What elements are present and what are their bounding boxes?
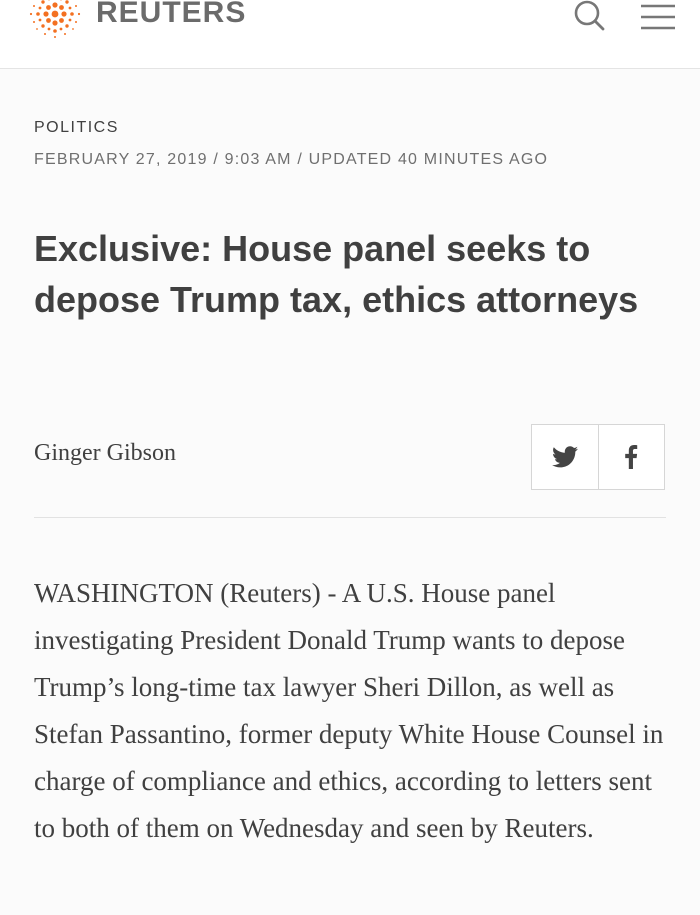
share-buttons bbox=[531, 424, 665, 490]
hamburger-menu-icon bbox=[641, 4, 675, 30]
byline-divider bbox=[34, 517, 666, 518]
article-headline: Exclusive: House panel seeks to depose T… bbox=[34, 228, 639, 320]
article-body-paragraph: WASHINGTON (Reuters) - A U.S. House pane… bbox=[34, 578, 664, 843]
article-container: POLITICS FEBRUARY 27, 2019 / 9:03 AM / U… bbox=[0, 69, 700, 915]
search-button[interactable] bbox=[570, 0, 610, 36]
article-dateline: FEBRUARY 27, 2019 / 9:03 AM / UPDATED 40… bbox=[34, 151, 549, 168]
share-facebook-button[interactable] bbox=[597, 425, 665, 489]
section-label[interactable]: POLITICS bbox=[34, 119, 119, 137]
facebook-icon bbox=[625, 445, 638, 469]
brand-wordmark[interactable]: REUTERS bbox=[96, 0, 246, 30]
share-twitter-button[interactable] bbox=[532, 425, 598, 489]
twitter-icon bbox=[551, 446, 578, 468]
article-author[interactable]: Ginger Gibson bbox=[34, 440, 176, 467]
top-navigation-bar: REUTERS bbox=[0, 0, 700, 69]
menu-button[interactable] bbox=[638, 0, 678, 36]
search-icon bbox=[574, 0, 605, 31]
reuters-logo-icon[interactable] bbox=[22, 0, 88, 42]
